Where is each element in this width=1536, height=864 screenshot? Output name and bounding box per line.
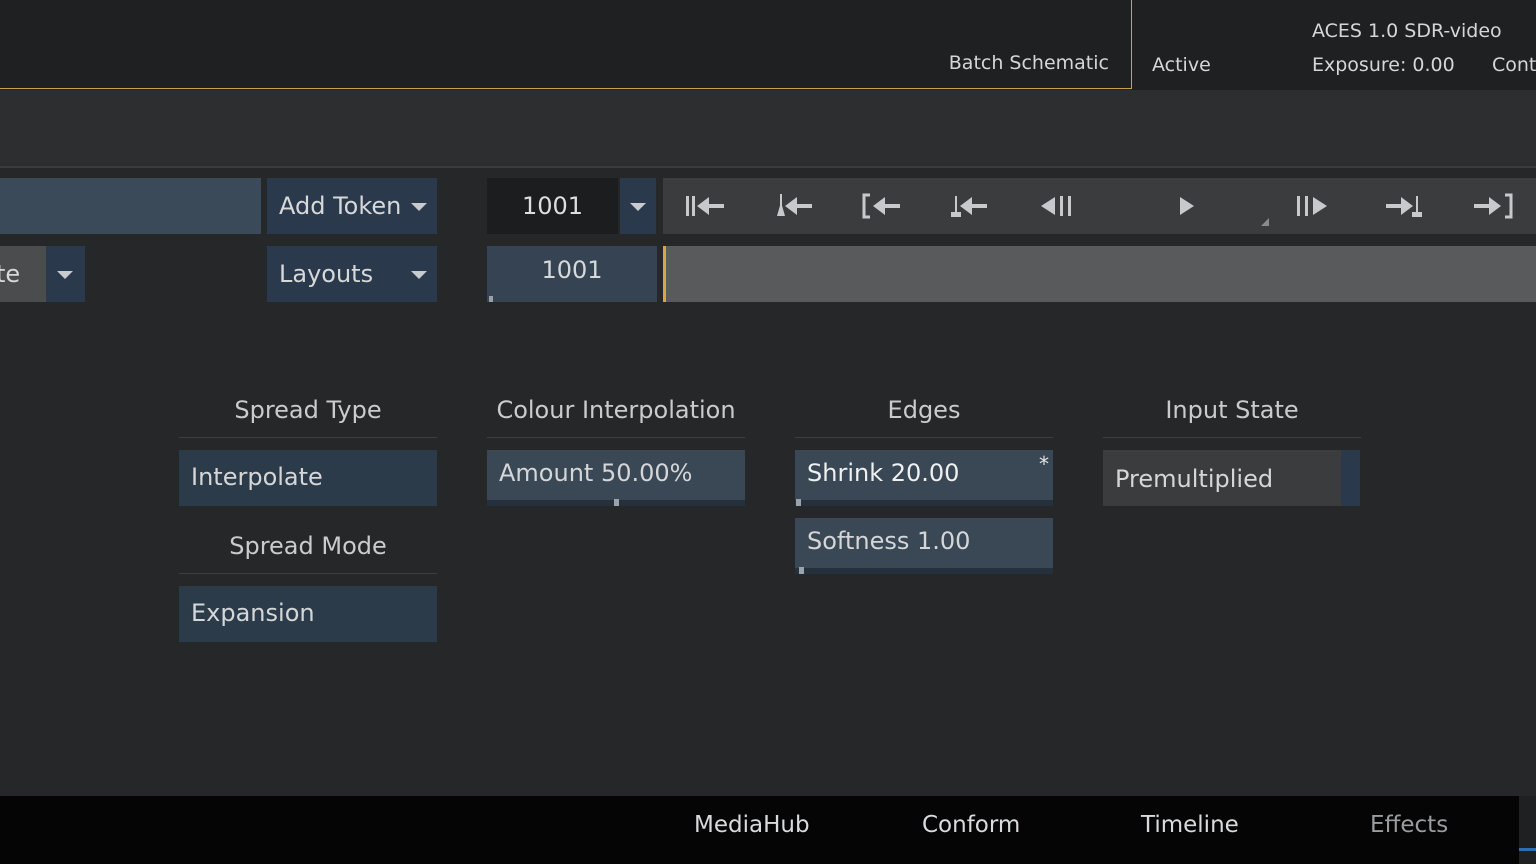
transport-controls	[663, 178, 1536, 234]
preset-field[interactable]: te	[0, 246, 46, 302]
layouts-label: Layouts	[279, 260, 374, 288]
chevron-down-icon	[57, 271, 73, 279]
colour-space-label: ACES 1.0 SDR-video	[1312, 20, 1502, 42]
divider	[179, 573, 437, 574]
name-field[interactable]	[0, 178, 261, 234]
tab-mediahub[interactable]: MediaHub	[694, 812, 810, 838]
divider	[795, 437, 1053, 438]
play-icon[interactable]	[1168, 192, 1212, 220]
input-state-button[interactable]: Premultiplied	[1103, 450, 1341, 506]
slider-track	[795, 568, 1053, 574]
frame-marker	[489, 296, 493, 302]
slider-thumb[interactable]	[614, 499, 619, 506]
edges-title: Edges	[887, 396, 961, 424]
playhead[interactable]	[663, 246, 666, 302]
amount-slider[interactable]: Amount 50.00%	[487, 450, 745, 506]
spread-type-button[interactable]: Interpolate	[179, 450, 437, 506]
toolbar-strip	[0, 90, 1536, 168]
chevron-down-icon	[630, 203, 646, 211]
shrink-slider[interactable]: Shrink 20.00 *	[795, 450, 1053, 506]
modified-marker: *	[1039, 452, 1049, 476]
divider	[1103, 437, 1361, 438]
exposure-label: Exposure: 0.00	[1312, 54, 1455, 76]
spread-type-value: Interpolate	[191, 463, 323, 491]
divider	[179, 437, 437, 438]
preset-value: te	[0, 260, 21, 288]
input-state-value: Premultiplied	[1115, 465, 1274, 493]
chevron-down-icon	[411, 271, 427, 279]
previous-frame-icon[interactable]	[948, 192, 992, 220]
timeline-scrubber[interactable]	[663, 246, 1536, 302]
softness-label: Softness 1.00	[807, 527, 971, 555]
current-frame-value: 1001	[541, 256, 603, 284]
tab-timeline[interactable]: Timeline	[1141, 812, 1239, 838]
slider-thumb[interactable]	[796, 499, 801, 506]
input-state-title: Input State	[1165, 396, 1299, 424]
spread-type-title: Spread Type	[234, 396, 382, 424]
input-state-toggle[interactable]	[1341, 450, 1360, 506]
shrink-label: Shrink 20.00	[807, 459, 960, 487]
add-token-button[interactable]: Add Token	[267, 178, 437, 234]
divider	[487, 437, 745, 438]
colour-interpolation-title: Colour Interpolation	[496, 396, 736, 424]
layouts-button[interactable]: Layouts	[267, 246, 437, 302]
slider-track	[795, 500, 1053, 506]
tab-effects[interactable]: Effects	[1370, 812, 1448, 838]
current-frame-field[interactable]: 1001	[487, 246, 657, 302]
spread-mode-value: Expansion	[191, 599, 315, 627]
tab-bar-edge	[1519, 796, 1536, 864]
contrast-label: Cont	[1492, 54, 1536, 76]
softness-slider[interactable]: Softness 1.00	[795, 518, 1053, 574]
tab-conform[interactable]: Conform	[922, 812, 1020, 838]
resize-corner-icon	[1261, 218, 1269, 226]
go-to-end-icon[interactable]	[1471, 192, 1515, 220]
slider-thumb[interactable]	[799, 567, 804, 574]
workspace-tabs: MediaHub Conform Timeline Effects	[0, 796, 1536, 864]
spread-mode-title: Spread Mode	[229, 532, 387, 560]
amount-label: Amount 50.00%	[499, 459, 693, 487]
add-token-label: Add Token	[279, 192, 402, 220]
view-status: Active	[1152, 54, 1211, 76]
play-backward-icon[interactable]	[1038, 192, 1082, 220]
chevron-down-icon	[411, 203, 427, 211]
go-to-in-point-icon[interactable]	[861, 192, 905, 220]
next-keyframe-icon[interactable]	[1383, 192, 1427, 220]
go-to-start-icon[interactable]	[683, 192, 727, 220]
frame-field[interactable]: 1001	[487, 178, 618, 234]
active-tab-marker	[1519, 848, 1536, 851]
previous-keyframe-icon[interactable]	[773, 192, 817, 220]
spread-mode-button[interactable]: Expansion	[179, 586, 437, 642]
frame-dropdown-button[interactable]	[620, 178, 656, 234]
view-name[interactable]: Batch Schematic	[949, 52, 1109, 74]
viewer-title-area[interactable]: Batch Schematic	[0, 0, 1132, 89]
step-forward-icon[interactable]	[1294, 192, 1338, 220]
preset-dropdown-button[interactable]	[46, 246, 85, 302]
